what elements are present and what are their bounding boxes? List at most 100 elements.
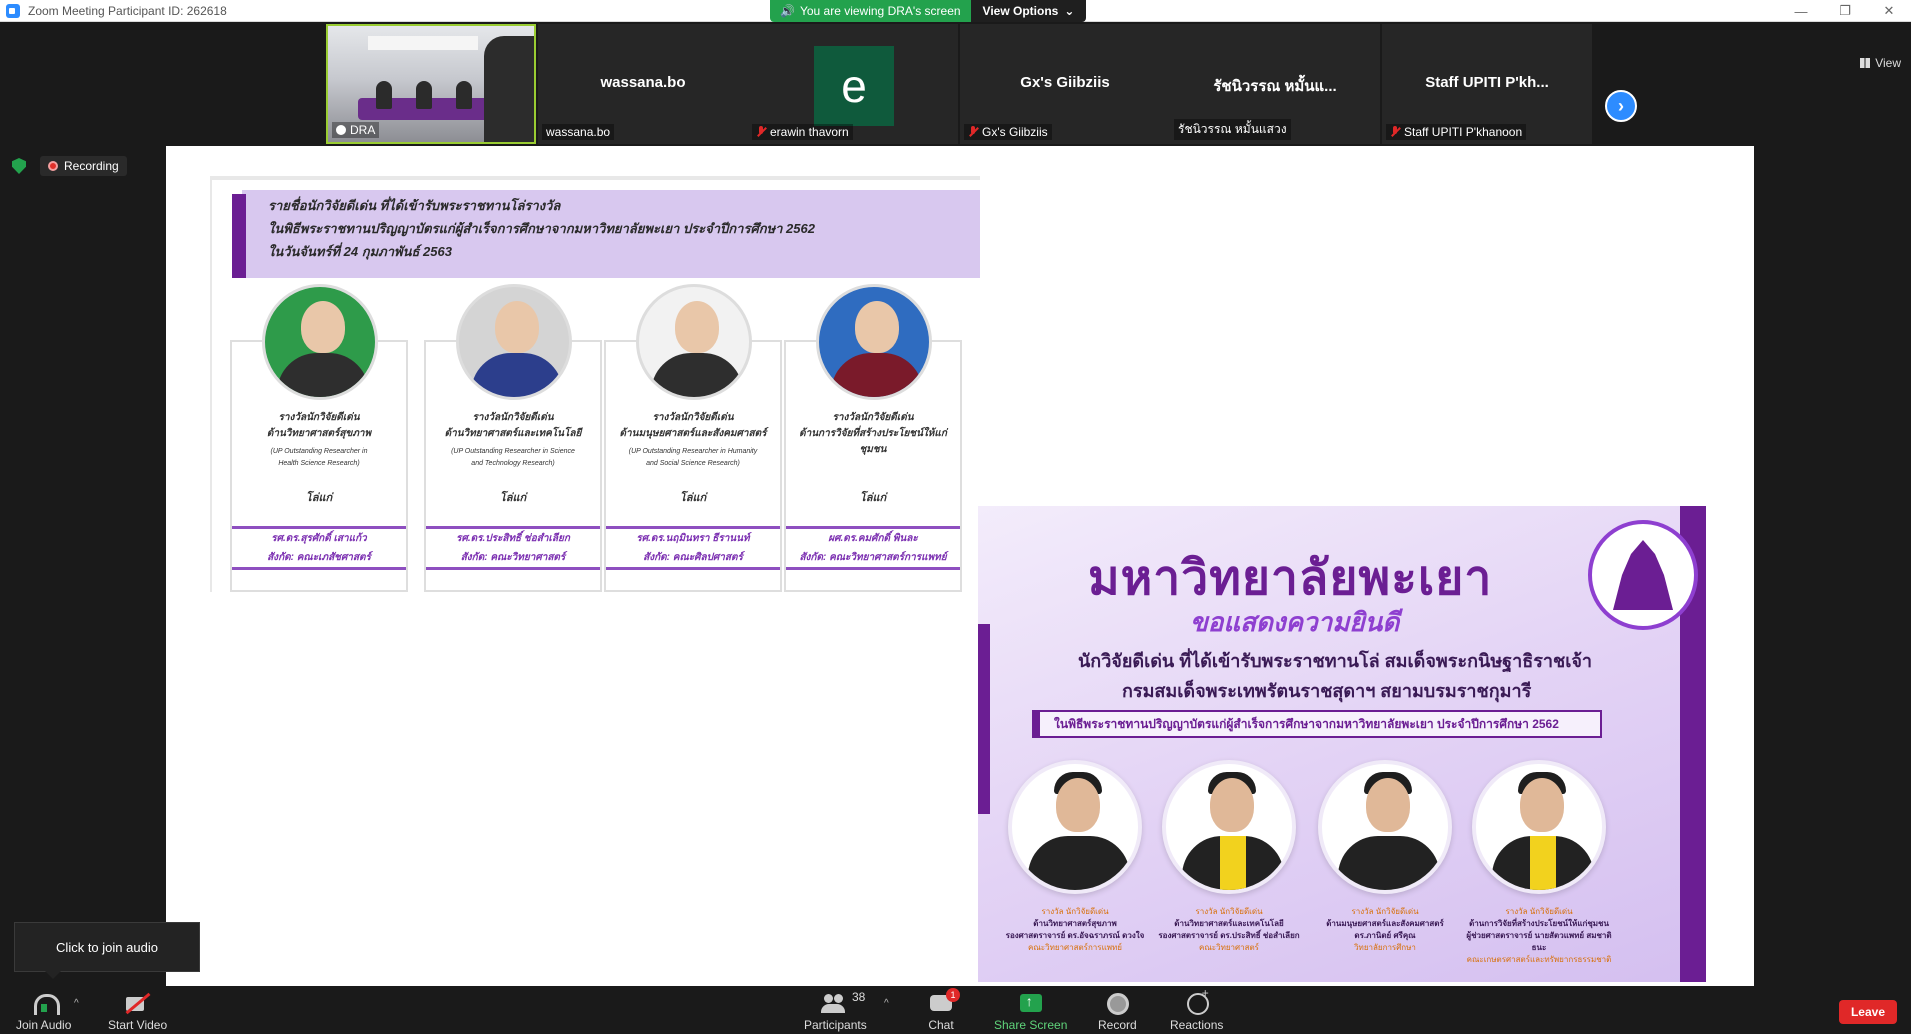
award-subtitle: (UP Outstanding Researcher in Humanity an… — [628, 448, 758, 467]
recording-label: Recording — [64, 159, 119, 173]
mic-muted-icon — [756, 126, 766, 138]
participants-caret-icon[interactable]: ^ — [884, 998, 889, 1009]
view-label: View — [1875, 56, 1901, 70]
start-video-button[interactable]: Start Video — [108, 992, 167, 1032]
chat-button[interactable]: 1 Chat — [926, 988, 960, 1032]
researcher-photo — [1008, 760, 1142, 894]
view-button[interactable]: View — [1860, 56, 1901, 70]
audio-options-caret-icon[interactable]: ^ — [74, 998, 79, 1009]
recording-status: Recording — [12, 156, 127, 176]
headset-icon — [29, 992, 60, 1015]
award-prize: โล่แก่ — [305, 492, 333, 504]
start-video-label: Start Video — [108, 1018, 168, 1032]
close-button[interactable]: ✕ — [1867, 0, 1911, 22]
award-title: รางวัลนักวิจัยดีเด่น ด้านการวิจัยที่สร้าง… — [799, 412, 947, 455]
participant-display-name: Gx's Giibziis — [1020, 74, 1110, 91]
participant-tile-erawin[interactable]: e erawin thavorn — [748, 24, 958, 144]
reactions-button[interactable]: Reactions — [1170, 986, 1224, 1032]
researcher-photo — [816, 284, 932, 400]
slide-accent-bar — [232, 194, 246, 278]
participant-name-label: erawin thavorn — [752, 124, 853, 140]
participant-name-label: Staff UPITI P'khanoon — [1386, 124, 1527, 140]
viewing-status: 🔊 You are viewing DRA's screen — [770, 0, 971, 22]
researcher-name: ผศ.ดร.คมศักดิ์ พินละ สังกัด: คณะวิทยาศาสต… — [786, 526, 960, 570]
researcher-caption: รางวัล นักวิจัยดีเด่น ด้านการวิจัยที่สร้า… — [1466, 907, 1612, 964]
reactions-icon — [1182, 986, 1212, 1015]
mic-muted-icon — [1390, 126, 1400, 138]
meeting-toolbar: Join Audio ^ Start Video Participants 38… — [0, 986, 1911, 1034]
mic-muted-icon — [968, 126, 978, 138]
participant-name-label: DRA — [332, 122, 380, 138]
share-screen-icon — [1016, 992, 1046, 1014]
chat-label: Chat — [928, 1018, 954, 1032]
participant-name-label: รัชนิวรรณ หมั้นแสวง — [1174, 119, 1291, 140]
minimize-button[interactable]: — — [1779, 0, 1823, 22]
award-prize: โล่แก่ — [679, 492, 707, 504]
view-options-button[interactable]: View Options ⌄ — [970, 0, 1087, 22]
shared-screen: รายชื่อนักวิจัยดีเด่น ที่ได้เข้ารับพระรา… — [166, 146, 1754, 986]
record-dot-icon — [48, 161, 58, 171]
leave-button[interactable]: Leave — [1838, 1000, 1897, 1024]
participant-name-label: wassana.bo — [542, 124, 615, 140]
reactions-label: Reactions — [1170, 1018, 1224, 1032]
record-button[interactable]: Record — [1098, 992, 1137, 1032]
avatar: e — [814, 46, 894, 126]
title-bar: Zoom Meeting Participant ID: 262618 🔊 Yo… — [0, 0, 1911, 22]
gallery-icon — [1860, 58, 1871, 68]
award-prize: โล่แก่ — [499, 492, 527, 504]
record-icon — [1102, 992, 1132, 1015]
researcher-photo — [1318, 760, 1452, 894]
researcher-caption: รางวัล นักวิจัยดีเด่น ด้านมนุษยศาสตร์และส… — [1326, 907, 1444, 952]
participants-icon — [820, 992, 850, 1014]
researcher-caption: รางวัล นักวิจัยดีเด่น ด้านวิทยาศาสตร์สุขภ… — [1005, 907, 1145, 952]
shield-icon[interactable] — [12, 158, 26, 174]
viewing-banner: 🔊 You are viewing DRA's screen View Opti… — [770, 0, 1087, 22]
window-title: Zoom Meeting Participant ID: 262618 — [28, 3, 227, 18]
join-audio-label: Join Audio — [16, 1018, 72, 1032]
participant-tile-ratchaniwan[interactable]: รัชนิวรรณ หมั้นแ... รัชนิวรรณ หมั้นแสวง — [1170, 24, 1380, 144]
zoom-app-icon — [6, 3, 20, 18]
slide-header-text: รายชื่อนักวิจัยดีเด่น ที่ได้เข้ารับพระรา… — [268, 198, 815, 259]
chat-icon: 1 — [926, 988, 960, 1014]
participant-display-name: wassana.bo — [600, 74, 686, 91]
researcher-card: รางวัลนักวิจัยดีเด่น ด้านวิทยาศาสตร์สุขภา… — [230, 284, 408, 592]
award-subtitle: (UP Outstanding Researcher in Science and… — [451, 448, 575, 467]
researcher-card: รางวัลนักวิจัยดีเด่น ด้านวิทยาศาสตร์และเท… — [424, 284, 602, 592]
award-prize: โล่แก่ — [859, 492, 887, 504]
recording-badge[interactable]: Recording — [40, 156, 127, 176]
award-line-2: กรมสมเด็จพระเทพรัตนราชสุดาฯ สยามบรมราชกุ… — [1122, 681, 1532, 701]
record-label: Record — [1098, 1018, 1137, 1032]
researcher-photo — [262, 284, 378, 400]
slide-accent-bar — [978, 624, 990, 814]
researcher-name: รศ.ดร.นฤมินทรา ธีรานนท์ สังกัด: คณะศิลปศา… — [606, 526, 780, 570]
share-screen-button[interactable]: Share Screen — [994, 992, 1067, 1032]
award-subtitle: (UP Outstanding Researcher in Health Scie… — [270, 448, 368, 467]
researcher-photo — [456, 284, 572, 400]
join-audio-tooltip[interactable]: Click to join audio — [14, 922, 200, 979]
video-off-icon — [123, 992, 153, 1014]
participant-strip: DRA wassana.bo wassana.bo e erawin thavo… — [0, 22, 1911, 146]
chat-badge: 1 — [946, 988, 960, 1002]
view-options-label: View Options — [982, 4, 1059, 18]
next-page-arrow-icon[interactable]: › — [1605, 90, 1637, 122]
window-controls: — ❐ ✕ — [1779, 0, 1911, 22]
participant-tile-wassana[interactable]: wassana.bo wassana.bo — [538, 24, 748, 144]
join-audio-button[interactable]: Join Audio — [16, 992, 71, 1032]
participants-label: Participants — [804, 1018, 867, 1032]
participant-tile-gx[interactable]: Gx's Giibziis Gx's Giibziis — [960, 24, 1170, 144]
award-title: รางวัลนักวิจัยดีเด่น ด้านวิทยาศาสตร์สุขภา… — [266, 412, 372, 439]
participants-count: 38 — [852, 990, 866, 1004]
award-title: รางวัลนักวิจัยดีเด่น ด้านวิทยาศาสตร์และเท… — [444, 412, 582, 439]
award-line-1: นักวิจัยดีเด่น ที่ได้เข้ารับพระราชทานโล่… — [1078, 651, 1593, 671]
participant-tile-dra[interactable]: DRA — [326, 24, 536, 144]
share-screen-label: Share Screen — [994, 1018, 1068, 1032]
restore-button[interactable]: ❐ — [1823, 0, 1867, 22]
researcher-photo — [1162, 760, 1296, 894]
slide-congratulations: มหาวิทยาลัยพะเยา ขอแสดงความยินดี นักวิจั… — [978, 506, 1706, 982]
researcher-name: รศ.ดร.ประสิทธิ์ ช่อสำเลียก สังกัด: คณะวิท… — [426, 526, 600, 570]
participant-display-name: รัชนิวรรณ หมั้นแ... — [1213, 78, 1337, 95]
researcher-name: รศ.ดร.สุรศักดิ์ เสาแก้ว สังกัด: คณะเภสัชศ… — [232, 526, 406, 570]
participant-tile-staff-upiti[interactable]: Staff UPITI P'kh... Staff UPITI P'khanoo… — [1382, 24, 1592, 144]
researcher-card: รางวัลนักวิจัยดีเด่น ด้านการวิจัยที่สร้าง… — [784, 284, 962, 592]
chevron-down-icon: ⌄ — [1064, 4, 1075, 18]
